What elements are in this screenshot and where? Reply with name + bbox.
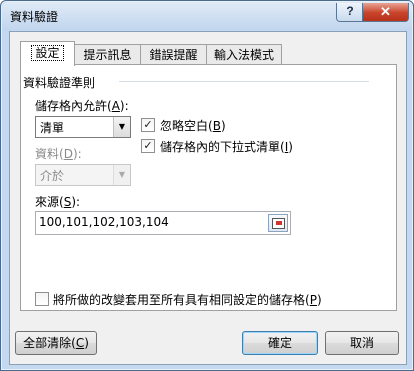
ignore-blank-checkbox[interactable]: ✓ [141, 118, 155, 132]
tab-ime-mode-label: 輸入法模式 [213, 48, 274, 62]
data-validation-dialog: 資料驗證 ? ✕ 設定 提示訊息 錯誤提醒 輸入法模式 資料驗證準則 儲存格內允… [0, 0, 414, 371]
cancel-label: 取消 [349, 336, 374, 350]
ok-button[interactable]: 確定 [242, 331, 318, 355]
close-icon: ✕ [380, 4, 391, 19]
apply-all-label: 將所做的改變套用至所有具有相同設定的儲存格(P) [53, 293, 322, 307]
data-select: 介於 ▼ [35, 164, 131, 186]
in-cell-dropdown-checkbox[interactable]: ✓ [141, 139, 155, 153]
allow-select-value: 清單 [40, 121, 65, 135]
question-icon: ? [346, 4, 354, 18]
clear-all-label: 全部清除(C) [23, 336, 89, 350]
ok-label: 確定 [267, 336, 292, 350]
tab-settings-label: 設定 [31, 45, 64, 61]
window-title: 資料驗證 [10, 10, 59, 24]
tab-input-message[interactable]: 提示訊息 [74, 44, 141, 65]
allow-select[interactable]: 清單 ▼ [35, 116, 131, 138]
clear-all-button[interactable]: 全部清除(C) [15, 331, 97, 355]
source-label: 來源(S): [35, 195, 81, 209]
data-select-value: 介於 [40, 169, 65, 183]
source-input-value: 100,101,102,103,104 [39, 215, 169, 229]
range-select-icon-marker [276, 221, 282, 225]
range-select-button[interactable] [268, 214, 288, 232]
cancel-button[interactable]: 取消 [325, 331, 399, 355]
close-button[interactable]: ✕ [362, 3, 409, 22]
help-button[interactable]: ? [336, 3, 364, 22]
tab-error-alert[interactable]: 錯誤提醒 [140, 44, 207, 65]
chevron-down-icon[interactable]: ▼ [113, 117, 130, 137]
title-bar[interactable]: 資料驗證 ? ✕ [2, 2, 412, 30]
source-input[interactable]: 100,101,102,103,104 [35, 211, 291, 235]
group-divider [119, 81, 369, 82]
tab-input-message-label: 提示訊息 [83, 48, 132, 62]
criteria-group-label: 資料驗證準則 [23, 76, 96, 90]
tab-settings[interactable]: 設定 [20, 41, 75, 66]
settings-panel: 資料驗證準則 儲存格內允許(A): 清單 ▼ ✓ 忽略空白(B) ✓ 儲存格內的… [20, 64, 397, 311]
allow-label: 儲存格內允許(A): [35, 99, 129, 113]
chevron-down-icon: ▼ [113, 165, 130, 185]
tab-error-alert-label: 錯誤提醒 [149, 48, 198, 62]
ignore-blank-label: 忽略空白(B) [160, 119, 226, 133]
tab-ime-mode[interactable]: 輸入法模式 [206, 44, 282, 65]
data-label: 資料(D): [35, 147, 82, 161]
dialog-body: 設定 提示訊息 錯誤提醒 輸入法模式 資料驗證準則 儲存格內允許(A): 清單 … [9, 31, 407, 365]
in-cell-dropdown-label: 儲存格內的下拉式清單(I) [160, 140, 293, 154]
apply-all-checkbox[interactable] [35, 292, 49, 306]
